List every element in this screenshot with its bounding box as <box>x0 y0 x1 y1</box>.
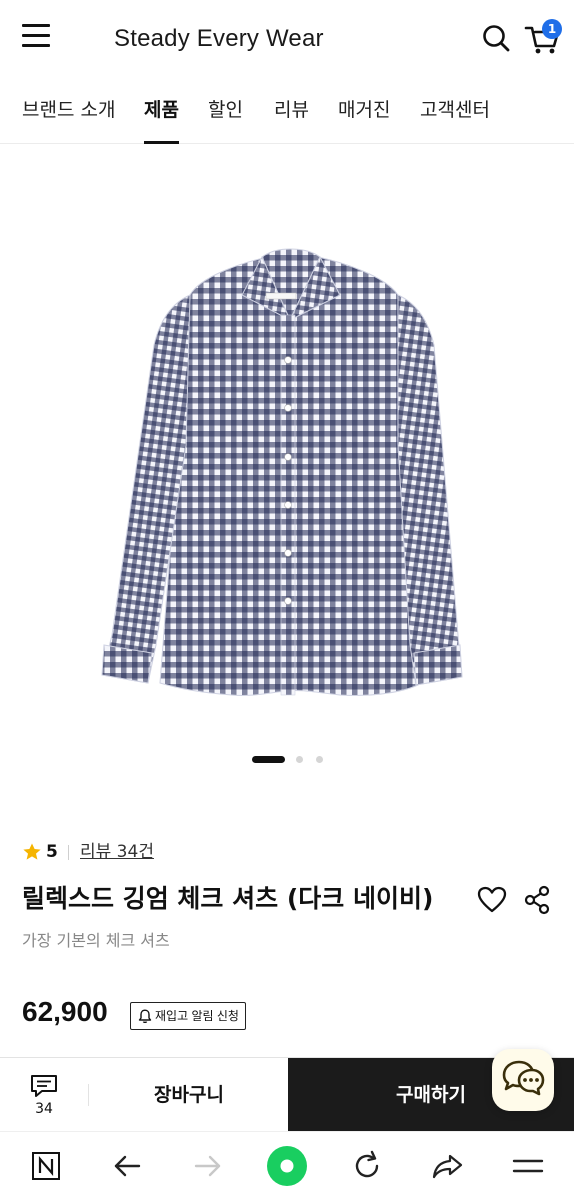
qna-count: 34 <box>35 1101 53 1117</box>
menu-icon[interactable] <box>508 1146 548 1186</box>
hamburger-menu-icon[interactable] <box>20 22 52 50</box>
heart-icon[interactable] <box>476 884 508 916</box>
chat-icon[interactable] <box>492 1049 554 1111</box>
gallery-pagination <box>252 756 332 764</box>
top-app-bar: Steady Every Wear 1 <box>0 0 574 78</box>
brand-logo-text[interactable]: Steady Every Wear <box>114 22 324 56</box>
search-icon[interactable] <box>480 22 512 54</box>
pagination-dot-2[interactable] <box>296 756 303 763</box>
pagination-dot-1[interactable] <box>252 756 285 763</box>
restock-alert-label: 재입고 알림 신청 <box>155 1008 239 1023</box>
product-price: 62,900 <box>22 996 108 1027</box>
pagination-dot-3[interactable] <box>316 756 323 763</box>
review-count-link[interactable]: 리뷰 34건 <box>80 840 154 864</box>
tab-products[interactable]: 제품 <box>144 96 179 144</box>
product-title: 릴렉스드 깅엄 체크 셔츠 (다크 네이비) <box>22 884 434 913</box>
star-icon <box>23 843 41 860</box>
tab-customer-center[interactable]: 고객센터 <box>420 96 490 144</box>
add-to-cart-button[interactable]: 장바구니 <box>90 1058 288 1132</box>
purchase-bar-divider <box>88 1084 89 1106</box>
browser-toolbar <box>0 1131 574 1200</box>
comment-icon <box>31 1075 57 1097</box>
share-arrow-icon[interactable] <box>428 1146 468 1186</box>
tab-reviews[interactable]: 리뷰 <box>274 96 309 144</box>
refresh-icon[interactable] <box>347 1146 387 1186</box>
product-image-gallery[interactable] <box>0 145 574 785</box>
tab-magazine[interactable]: 매거진 <box>338 96 390 144</box>
rating-divider <box>68 845 69 860</box>
product-subtitle: 가장 기본의 체크 셔츠 <box>22 931 170 950</box>
bell-icon <box>138 1009 152 1024</box>
tab-sale[interactable]: 할인 <box>208 96 243 144</box>
forward-arrow-icon <box>188 1146 228 1186</box>
back-arrow-icon[interactable] <box>107 1146 147 1186</box>
rating-row: 5 리뷰 34건 <box>22 840 322 866</box>
green-dot-icon[interactable] <box>266 1145 308 1187</box>
naver-home-icon[interactable] <box>26 1146 66 1186</box>
qna-button[interactable]: 34 <box>0 1058 88 1132</box>
category-nav: 브랜드 소개 제품 할인 리뷰 매거진 고객센터 <box>0 82 574 144</box>
product-image <box>101 248 463 696</box>
cart-count-badge: 1 <box>542 19 562 39</box>
tab-brand-intro[interactable]: 브랜드 소개 <box>22 96 115 144</box>
restock-alert-button[interactable]: 재입고 알림 신청 <box>130 1002 246 1030</box>
purchase-bar: 34 장바구니 구매하기 <box>0 1057 574 1132</box>
share-icon[interactable] <box>522 884 552 916</box>
rating-value: 5 <box>46 842 58 862</box>
